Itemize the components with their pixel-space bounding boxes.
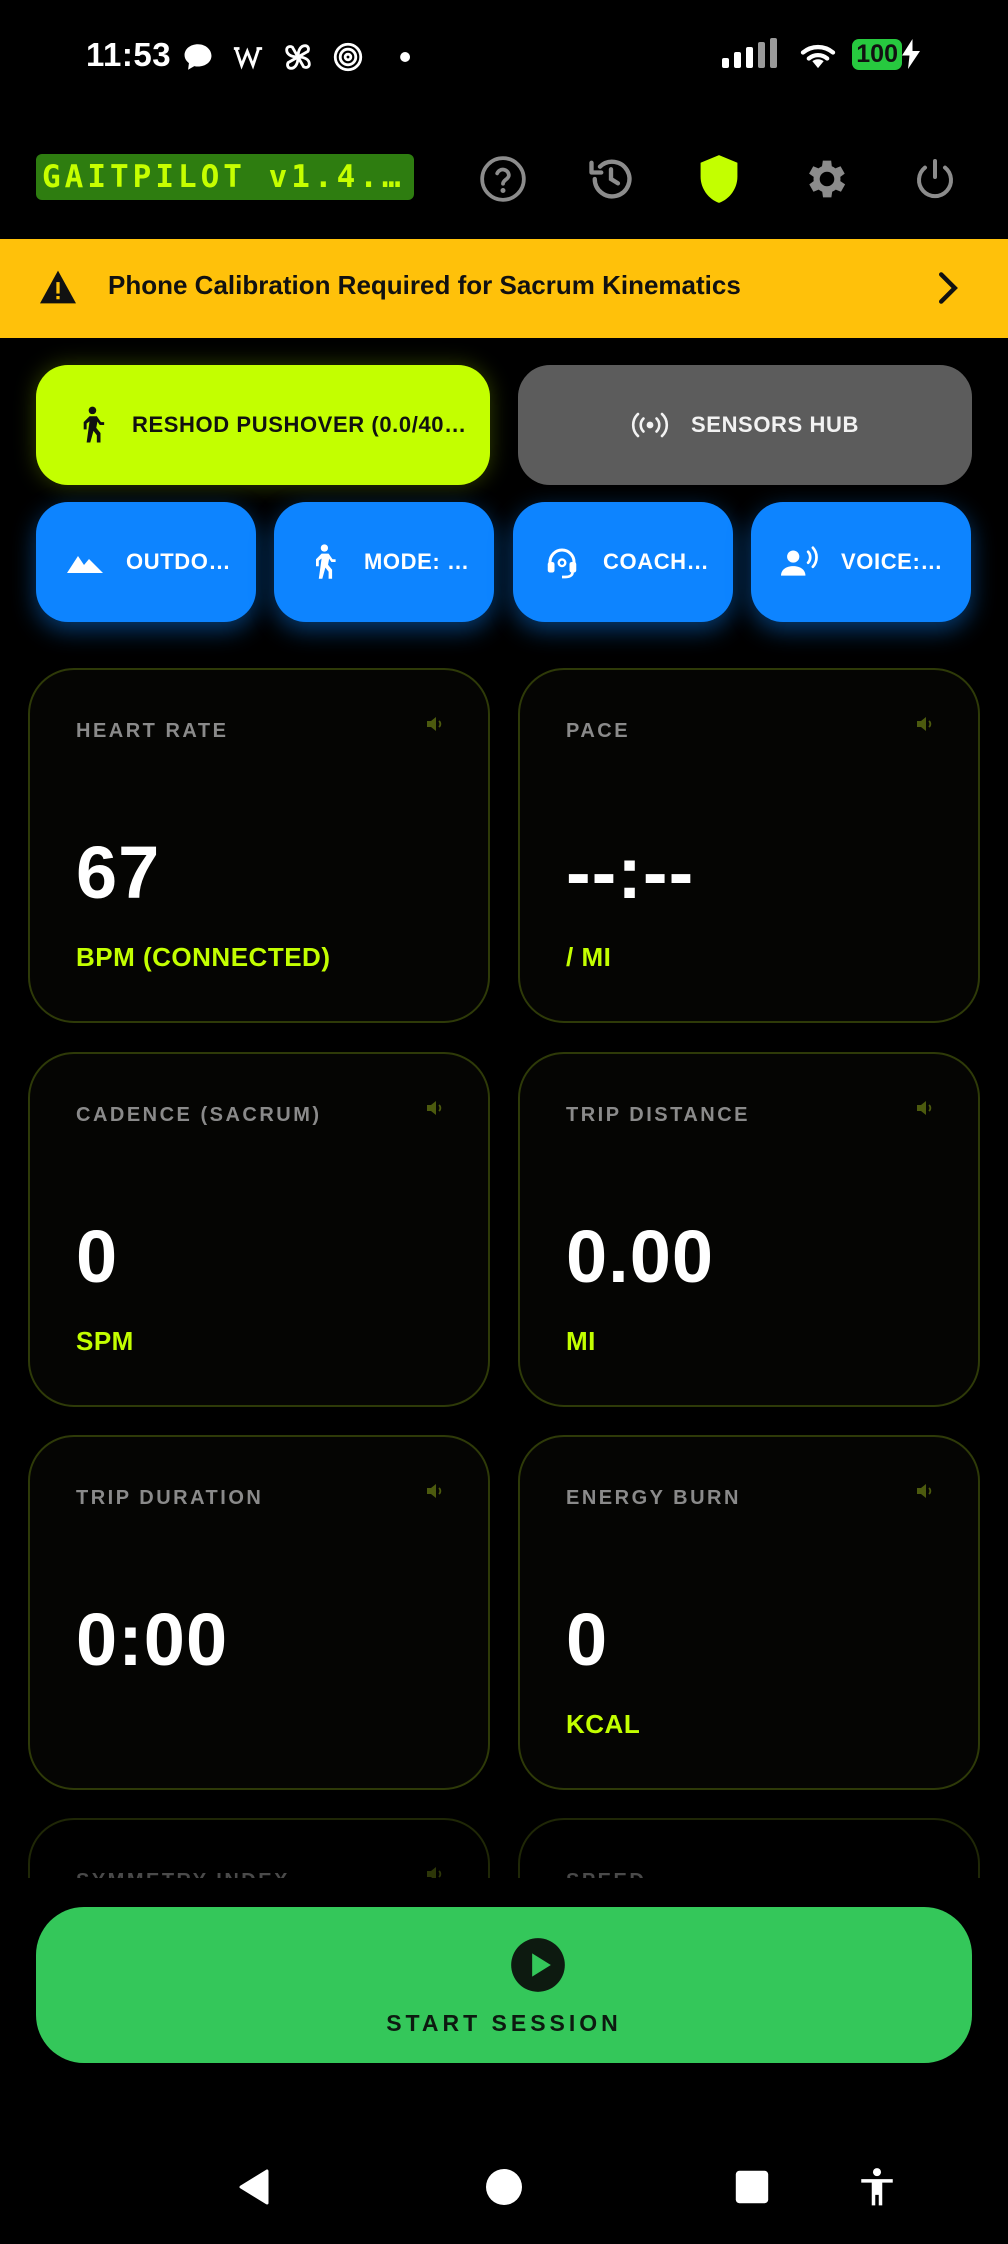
app-title: GAITPILOT v1.4.…	[36, 154, 414, 200]
app-top-bar: GAITPILOT v1.4.…	[0, 140, 1008, 252]
scrolled-card-row: SYMMETRY INDEX SPEED	[0, 1800, 1008, 1878]
history-button[interactable]	[584, 152, 638, 206]
speaker-icon[interactable]	[916, 1483, 934, 1499]
banner-text: Phone Calibration Required for Sacrum Ki…	[108, 270, 741, 300]
gear-icon	[809, 160, 846, 198]
voice-person-icon	[781, 543, 819, 581]
home-button[interactable]	[479, 2162, 529, 2212]
warning-icon	[40, 270, 76, 304]
energy-burn-card[interactable]: ENERGY BURN 0 KCAL	[518, 1435, 980, 1790]
outdoor-label: OUTDO…	[126, 549, 232, 574]
energy-burn-value: 0	[566, 1598, 609, 1681]
symmetry-index-card[interactable]: SYMMETRY INDEX	[28, 1818, 490, 1878]
help-button[interactable]	[476, 152, 530, 206]
accessibility-icon	[861, 2168, 893, 2206]
heart-rate-unit: BPM (CONNECTED)	[76, 942, 331, 972]
walking-person-icon	[304, 543, 342, 581]
energy-burn-unit: KCAL	[566, 1709, 641, 1739]
mode-label: MODE: …	[364, 549, 470, 574]
start-session-button[interactable]: START SESSION	[36, 1907, 972, 2063]
heart-rate-value: 67	[76, 831, 161, 914]
trip-duration-label: TRIP DURATION	[76, 1487, 264, 1509]
pace-unit: / MI	[566, 942, 612, 972]
dot-icon	[400, 52, 411, 62]
voice-label: VOICE:…	[841, 549, 943, 574]
speed-card[interactable]: SPEED	[518, 1818, 980, 1878]
power-icon	[917, 159, 953, 199]
trip-duration-card[interactable]: TRIP DURATION 0:00	[28, 1435, 490, 1790]
history-icon	[589, 159, 632, 199]
home-icon	[486, 2169, 522, 2205]
speaker-icon[interactable]	[426, 1100, 444, 1116]
back-icon	[239, 2169, 269, 2205]
wifi-icon	[801, 44, 836, 69]
accessibility-button[interactable]	[852, 2162, 902, 2212]
cadence-card[interactable]: CADENCE (SACRUM) 0 SPM	[28, 1052, 490, 1407]
spiral-icon	[333, 42, 363, 72]
battery-level: 100	[852, 38, 902, 70]
coach-label: COACH…	[603, 549, 710, 574]
shield-icon	[700, 155, 738, 203]
signal-icon	[722, 38, 778, 68]
reshod-pushover-label: RESHOD PUSHOVER (0.0/40…	[132, 412, 467, 437]
mode-button[interactable]: MODE: …	[274, 502, 494, 622]
wikipedia-icon	[233, 47, 263, 70]
pace-label: PACE	[566, 720, 631, 742]
symmetry-index-label: SYMMETRY INDEX	[76, 1870, 290, 1878]
status-time: 11:53	[86, 36, 172, 73]
system-navigation-bar	[0, 2150, 1008, 2244]
power-button[interactable]	[908, 152, 962, 206]
trip-duration-value: 0:00	[76, 1598, 229, 1681]
walking-person-icon	[72, 406, 110, 444]
play-circle-icon	[511, 1938, 565, 1992]
status-bar: 11:53 100	[0, 0, 1008, 112]
start-session-label: START SESSION	[386, 2010, 622, 2036]
voice-button[interactable]: VOICE:…	[751, 502, 971, 622]
settings-button[interactable]	[800, 152, 854, 206]
headset-icon	[543, 543, 581, 581]
trip-distance-card[interactable]: TRIP DISTANCE 0.00 MI	[518, 1052, 980, 1407]
speaker-icon[interactable]	[916, 716, 934, 732]
sensors-broadcast-icon	[631, 406, 669, 444]
speaker-icon[interactable]	[916, 1100, 934, 1116]
chat-bubble-icon	[184, 44, 212, 70]
pace-value: --:--	[566, 831, 695, 914]
mountain-icon	[66, 543, 104, 581]
coach-button[interactable]: COACH…	[513, 502, 733, 622]
battery-indicator: 100	[852, 38, 920, 70]
outdoor-button[interactable]: OUTDO…	[36, 502, 256, 622]
cadence-unit: SPM	[76, 1326, 134, 1356]
cadence-label: CADENCE (SACRUM)	[76, 1104, 322, 1126]
calibration-banner[interactable]: Phone Calibration Required for Sacrum Ki…	[0, 239, 1008, 338]
sensors-hub-button[interactable]: SENSORS HUB	[518, 365, 972, 485]
energy-burn-label: ENERGY BURN	[566, 1487, 741, 1509]
recents-icon	[735, 2170, 769, 2204]
cadence-value: 0	[76, 1215, 119, 1298]
chevron-right-icon	[938, 272, 958, 304]
help-icon	[480, 156, 526, 202]
charging-bolt-icon	[902, 39, 920, 69]
recents-button[interactable]	[727, 2162, 777, 2212]
heart-rate-card[interactable]: HEART RATE 67 BPM (CONNECTED)	[28, 668, 490, 1023]
speaker-icon[interactable]	[426, 716, 444, 732]
pinwheel-icon	[285, 44, 311, 70]
trip-distance-unit: MI	[566, 1326, 596, 1356]
back-button[interactable]	[230, 2162, 280, 2212]
heart-rate-label: HEART RATE	[76, 720, 229, 742]
reshod-pushover-button[interactable]: RESHOD PUSHOVER (0.0/40…	[36, 365, 490, 485]
trip-distance-value: 0.00	[566, 1215, 715, 1298]
sensors-hub-label: SENSORS HUB	[691, 412, 859, 437]
pace-card[interactable]: PACE --:-- / MI	[518, 668, 980, 1023]
speed-label: SPEED	[566, 1870, 646, 1878]
speaker-icon[interactable]	[426, 1483, 444, 1499]
trip-distance-label: TRIP DISTANCE	[566, 1104, 750, 1126]
shield-button[interactable]	[692, 152, 746, 206]
speaker-icon[interactable]	[426, 1866, 444, 1878]
